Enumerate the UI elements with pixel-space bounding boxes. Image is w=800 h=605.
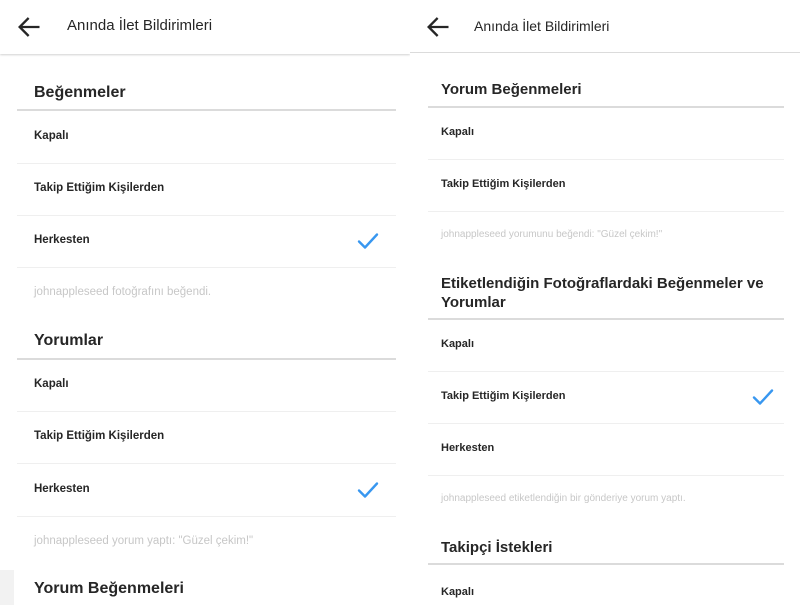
option-label: Herkesten [34,483,90,495]
left-screen: Anında İlet Bildirimleri Beğenmeler Kapa… [0,0,410,605]
section-title-tagged-photos: Etiketlendiğin Fotoğraflardaki Beğenmele… [441,275,764,311]
back-arrow-icon[interactable] [424,13,452,41]
option-everyone[interactable]: Herkesten [17,465,396,517]
option-everyone[interactable]: Herkesten [428,424,784,476]
section-title-comments: Yorumlar [34,332,104,349]
option-off[interactable]: Kapalı [428,320,784,372]
page-title: Anında İlet Bildirimleri [67,17,213,34]
option-label: Kapalı [441,126,475,138]
example-text: johnappleseed yorum yaptı: "Güzel çekim!… [34,535,254,547]
section-title-follow-requests: Takipçi İstekleri [441,539,553,556]
option-label: Herkesten [34,234,90,246]
top-bar: Anında İlet Bildirimleri [410,0,800,53]
option-following[interactable]: Takip Ettiğim Kişilerden [17,412,396,464]
top-bar: Anında İlet Bildirimleri [0,0,410,54]
right-screen: Anında İlet Bildirimleri Yorum Beğenmele… [410,0,800,605]
option-following[interactable]: Takip Ettiğim Kişilerden [17,164,396,216]
option-following[interactable]: Takip Ettiğim Kişilerden [428,372,784,424]
section-title-likes: Beğenmeler [34,84,126,101]
option-label: Takip Ettiğim Kişilerden [34,430,165,442]
option-label: Herkesten [441,442,495,454]
checkmark-icon [357,481,379,499]
option-label: Kapalı [441,586,475,598]
example-text: johnappleseed etiketlendiğin bir gönderi… [441,493,686,504]
back-arrow-icon[interactable] [15,13,43,41]
option-label: Takip Ettiğim Kişilerden [441,178,566,190]
section-title-comment-likes: Yorum Beğenmeleri [441,81,582,98]
option-off[interactable]: Kapalı [428,108,784,160]
checkmark-icon [752,388,774,406]
option-off[interactable]: Kapalı [17,112,396,164]
option-off[interactable]: Kapalı [428,566,784,605]
option-off[interactable]: Kapalı [17,360,396,412]
divider [17,109,396,111]
example-text: johnappleseed yorumunu beğendi: "Güzel ç… [441,229,663,240]
option-label: Kapalı [34,130,69,142]
option-following[interactable]: Takip Ettiğim Kişilerden [428,160,784,212]
checkmark-icon [357,232,379,250]
divider [428,563,784,565]
option-label: Kapalı [441,338,475,350]
option-label: Takip Ettiğim Kişilerden [34,182,165,194]
edge-shade [0,570,14,605]
option-label: Kapalı [34,378,69,390]
option-label: Takip Ettiğim Kişilerden [441,390,566,402]
example-text: johnappleseed fotoğrafını beğendi. [34,286,212,298]
page-title: Anında İlet Bildirimleri [474,18,610,34]
option-everyone[interactable]: Herkesten [17,216,396,268]
section-title-comment-likes: Yorum Beğenmeleri [34,580,184,597]
